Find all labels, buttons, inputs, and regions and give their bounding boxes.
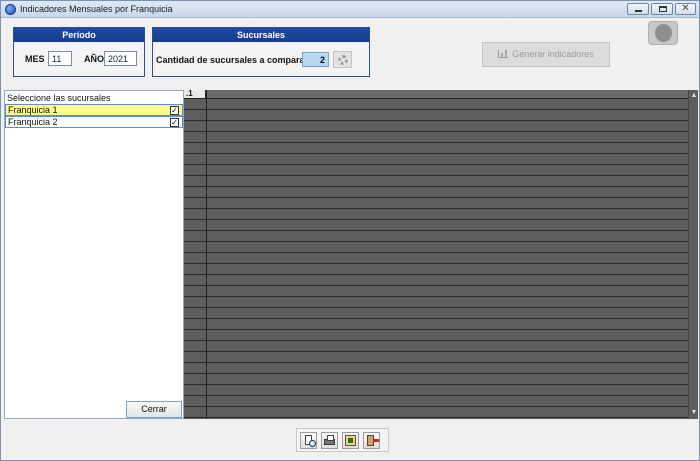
app-globe-icon — [5, 4, 16, 15]
cantidad-input[interactable]: 2 — [302, 52, 329, 67]
periodo-header: Período — [14, 28, 144, 42]
sucursales-header: Sucursales — [153, 28, 369, 42]
bar-chart-icon — [498, 50, 509, 58]
sucursales-group: Sucursales Cantidad de sucursales a comp… — [152, 27, 370, 77]
cantidad-label: Cantidad de sucursales a comparar — [156, 55, 309, 65]
mes-input[interactable]: 11 — [48, 51, 72, 66]
anio-label: AÑO — [84, 54, 104, 64]
results-grid[interactable]: .1 ▲ ▼ — [184, 90, 698, 419]
anio-input[interactable]: 2021 — [104, 51, 137, 66]
cerrar-button[interactable]: Cerrar — [126, 401, 182, 418]
generar-label: Generar indicadores — [512, 49, 594, 59]
periodo-group: Período MES 11 AÑO 2021 — [13, 27, 145, 77]
list-item-label: Franquicia 2 — [8, 117, 58, 127]
export-excel-icon — [345, 435, 356, 446]
grid-scrollbar[interactable]: ▲ ▼ — [688, 90, 698, 419]
minimize-icon — [635, 10, 642, 12]
print-preview-icon — [305, 435, 316, 447]
window-title: Indicadores Mensuales por Franquicia — [20, 4, 173, 14]
list-item-franquicia-2[interactable]: Franquicia 2 ✓ — [5, 116, 183, 128]
main-window: Indicadores Mensuales por Franquicia ✕ P… — [0, 0, 700, 461]
grid-rows — [184, 99, 688, 419]
grid-column-header: .1 — [184, 90, 206, 99]
minimize-button[interactable] — [627, 3, 649, 15]
exit-icon — [367, 435, 379, 446]
maximize-icon — [659, 6, 667, 12]
maximize-button[interactable] — [651, 3, 673, 15]
avatar — [648, 21, 678, 45]
exit-button[interactable] — [363, 432, 380, 449]
print-preview-button[interactable] — [300, 432, 317, 449]
gear-icon — [338, 55, 348, 65]
configure-button[interactable] — [333, 51, 352, 68]
franquicia-2-checkbox[interactable]: ✓ — [170, 118, 179, 127]
grid-header-band — [206, 90, 688, 99]
generar-indicadores-button[interactable]: Generar indicadores — [482, 42, 610, 67]
close-window-button[interactable]: ✕ — [675, 3, 696, 15]
franquicia-1-checkbox[interactable]: ✓ — [170, 106, 179, 115]
grid-column-divider — [206, 90, 207, 419]
print-button[interactable] — [321, 432, 338, 449]
bottom-toolbar — [296, 428, 389, 452]
user-avatar-icon — [655, 24, 672, 42]
list-item-franquicia-1[interactable]: Franquicia 1 ✓ — [5, 104, 183, 116]
list-item-label: Franquicia 1 — [8, 105, 58, 115]
sucursales-list-panel: Seleccione las sucursales Franquicia 1 ✓… — [4, 90, 184, 419]
scroll-up-icon[interactable]: ▲ — [690, 92, 698, 100]
export-excel-button[interactable] — [342, 432, 359, 449]
scroll-down-icon[interactable]: ▼ — [690, 409, 698, 417]
close-icon: ✕ — [681, 3, 690, 14]
mes-label: MES — [25, 54, 45, 64]
title-bar: Indicadores Mensuales por Franquicia ✕ — [1, 1, 699, 18]
print-icon — [324, 435, 335, 445]
list-caption: Seleccione las sucursales — [7, 93, 111, 103]
